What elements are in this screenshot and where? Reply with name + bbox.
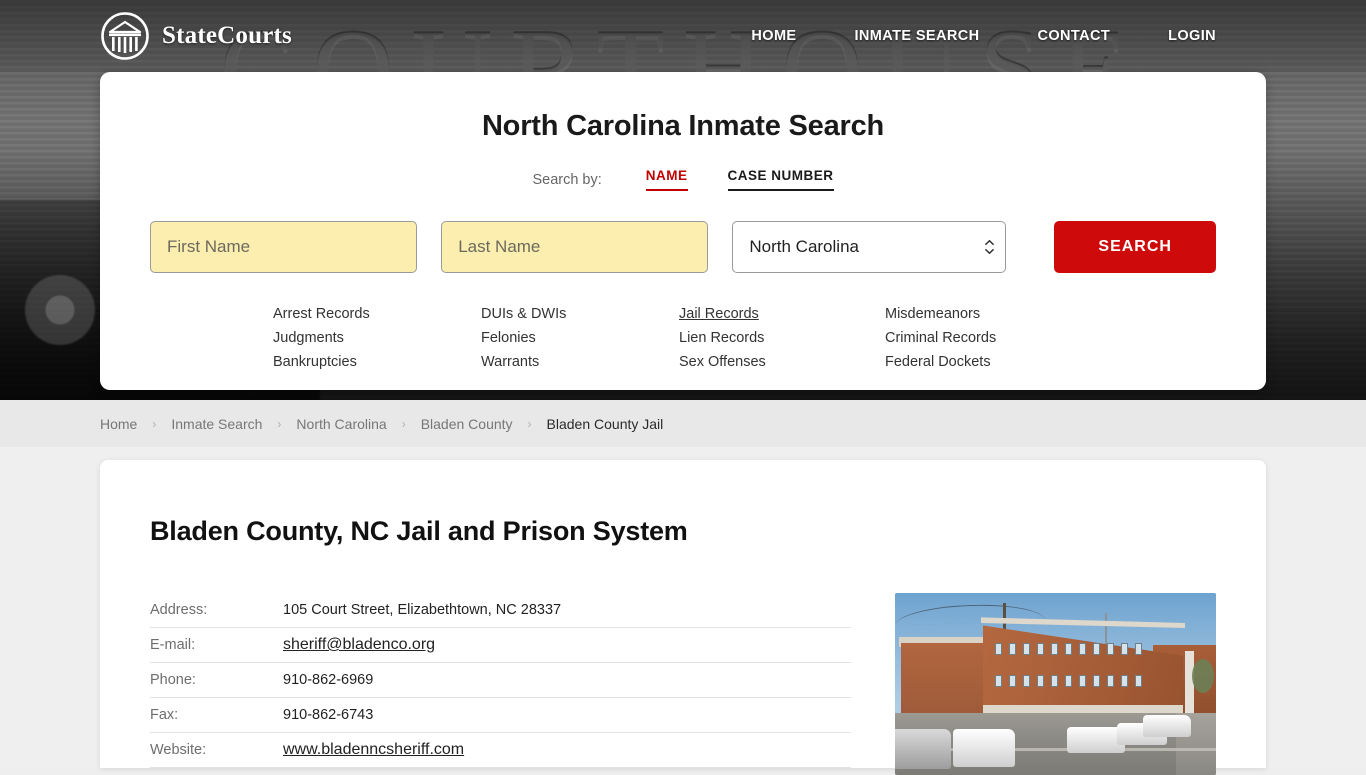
table-row: Address: 105 Court Street, Elizabethtown… xyxy=(150,593,851,628)
quick-link-arrest-records[interactable]: Arrest Records xyxy=(273,306,481,323)
facility-details-card: Bladen County, NC Jail and Prison System… xyxy=(100,460,1266,775)
quick-link-warrants[interactable]: Warrants xyxy=(481,354,679,371)
search-form: North Carolina SEARCH xyxy=(150,221,1216,273)
breadcrumb-item-home[interactable]: Home xyxy=(100,416,137,432)
table-row: Phone: 910-862-6969 xyxy=(150,663,851,698)
brand-name: StateCourts xyxy=(162,22,292,49)
inmate-search-card: North Carolina Inmate Search Search by: … xyxy=(100,72,1266,390)
table-row: E-mail: sheriff@bladenco.org xyxy=(150,628,851,663)
breadcrumb-separator: › xyxy=(527,416,532,431)
nav-item-contact[interactable]: CONTACT xyxy=(1037,22,1110,50)
quick-links-grid: Arrest Records DUIs & DWIs Jail Records … xyxy=(150,306,1216,371)
hero-banner: COURTHOUSE StateCourts HOME INMATE SEARC… xyxy=(0,0,1366,400)
brand-logo-link[interactable]: StateCourts xyxy=(100,11,292,61)
info-label-email: E-mail: xyxy=(150,637,196,653)
table-row: Website: www.bladenncsheriff.com xyxy=(150,733,851,768)
quick-link-jail-records[interactable]: Jail Records xyxy=(679,306,885,323)
quick-link-duis-dwis[interactable]: DUIs & DWIs xyxy=(481,306,679,323)
breadcrumb: Home › Inmate Search › North Carolina › … xyxy=(0,400,1366,447)
state-select-value: North Carolina xyxy=(749,237,859,256)
quick-link-judgments[interactable]: Judgments xyxy=(273,330,481,347)
quick-link-lien-records[interactable]: Lien Records xyxy=(679,330,885,347)
breadcrumb-separator: › xyxy=(152,416,157,431)
site-header: StateCourts HOME INMATE SEARCH CONTACT L… xyxy=(0,0,1366,72)
first-name-input[interactable] xyxy=(150,221,418,273)
last-name-input[interactable] xyxy=(441,221,709,273)
page-title: Bladen County, NC Jail and Prison System xyxy=(150,516,688,546)
facility-body: Address: 105 Court Street, Elizabethtown… xyxy=(150,593,1216,775)
search-button[interactable]: SEARCH xyxy=(1054,221,1216,273)
table-row: Fax: 910-862-6743 xyxy=(150,698,851,733)
search-by-label: Search by: xyxy=(532,171,602,188)
quick-link-felonies[interactable]: Felonies xyxy=(481,330,679,347)
nav-item-home[interactable]: HOME xyxy=(751,22,796,50)
breadcrumb-separator: › xyxy=(401,416,406,431)
quick-link-sex-offenses[interactable]: Sex Offenses xyxy=(679,354,885,371)
info-value-address: 105 Court Street, Elizabethtown, NC 2833… xyxy=(283,602,562,618)
info-label-fax: Fax: xyxy=(150,707,179,723)
breadcrumb-item-current: Bladen County Jail xyxy=(546,415,664,432)
breadcrumb-item-north-carolina[interactable]: North Carolina xyxy=(296,416,386,432)
quick-link-federal-dockets[interactable]: Federal Dockets xyxy=(885,354,1105,371)
info-value-email-link[interactable]: sheriff@bladenco.org xyxy=(283,636,435,654)
facility-info-table: Address: 105 Court Street, Elizabethtown… xyxy=(150,593,851,775)
search-card-title: North Carolina Inmate Search xyxy=(481,110,885,142)
state-select[interactable]: North Carolina xyxy=(732,221,1007,273)
nav-item-inmate-search[interactable]: INMATE SEARCH xyxy=(855,22,980,50)
courthouse-circle-logo-icon xyxy=(101,12,149,60)
breadcrumb-item-bladen-county[interactable]: Bladen County xyxy=(421,416,513,432)
main-navigation: HOME INMATE SEARCH CONTACT LOGIN xyxy=(751,22,1216,50)
state-select-wrapper: North Carolina xyxy=(732,221,1007,273)
nav-item-login[interactable]: LOGIN xyxy=(1168,22,1216,50)
info-value-website-link[interactable]: www.bladenncsheriff.com xyxy=(283,741,464,759)
quick-link-misdemeanors[interactable]: Misdemeanors xyxy=(885,306,1105,323)
info-value-phone: 910-862-6969 xyxy=(283,672,374,688)
info-label-phone: Phone: xyxy=(150,672,196,688)
quick-link-bankruptcies[interactable]: Bankruptcies xyxy=(273,354,481,371)
info-label-address: Address: xyxy=(150,602,208,618)
info-value-fax: 910-862-6743 xyxy=(283,707,374,723)
info-label-website: Website: xyxy=(150,742,207,758)
jail-building-photo xyxy=(895,593,1216,775)
tab-case-number[interactable]: CASE NUMBER xyxy=(727,168,834,191)
breadcrumb-separator: › xyxy=(277,416,282,431)
breadcrumb-item-inmate-search[interactable]: Inmate Search xyxy=(171,416,262,432)
search-by-row: Search by: NAME CASE NUMBER xyxy=(150,168,1216,191)
tab-name[interactable]: NAME xyxy=(645,168,688,191)
quick-link-criminal-records[interactable]: Criminal Records xyxy=(885,330,1105,347)
